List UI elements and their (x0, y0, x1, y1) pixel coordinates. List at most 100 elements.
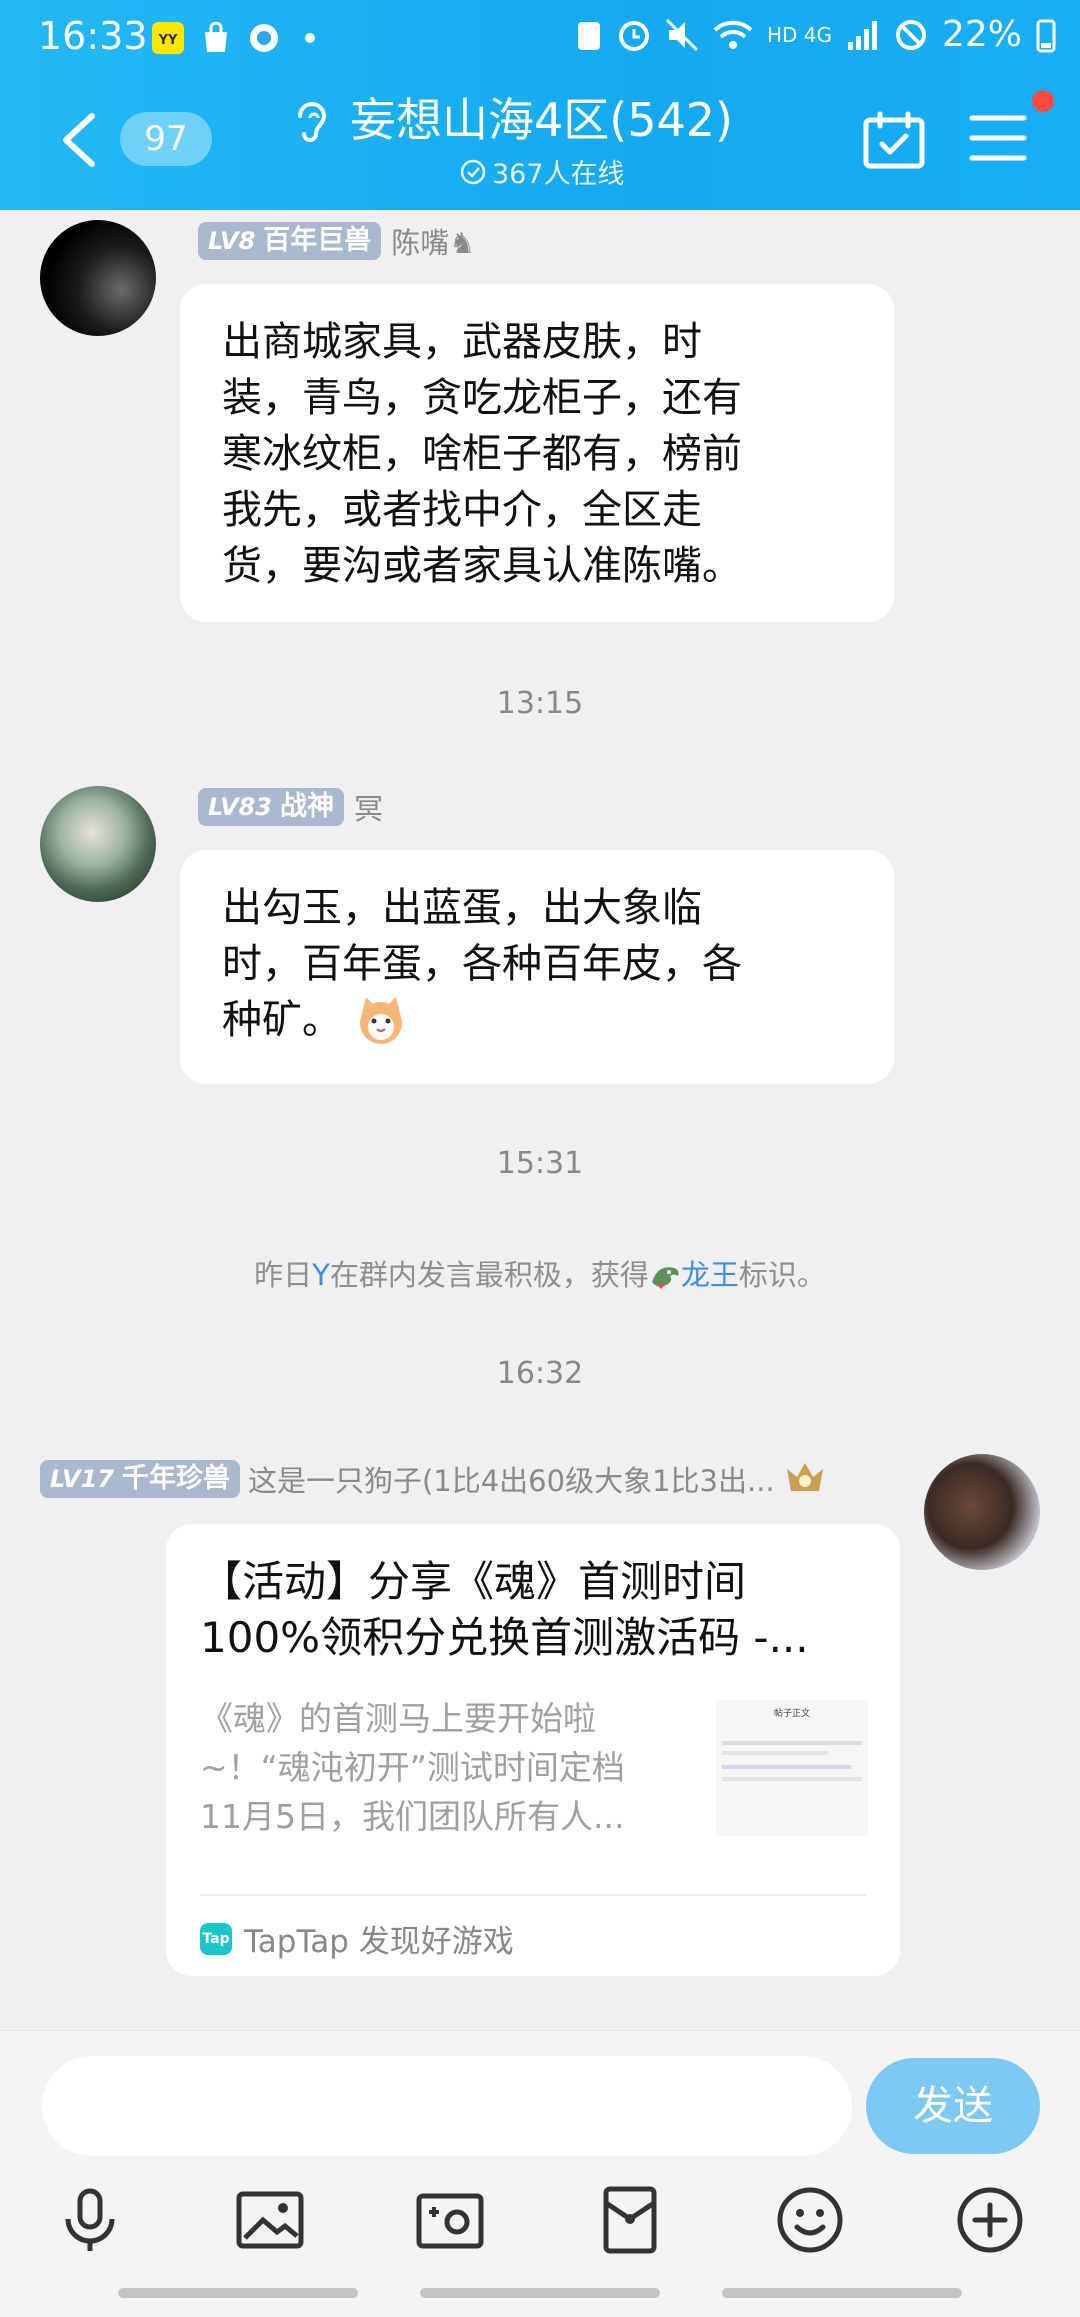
card-divider (200, 1894, 866, 1896)
online-text: 367人在线 (492, 159, 625, 190)
nav-bar-segment[interactable] (420, 2288, 660, 2298)
red-packet-button[interactable] (590, 2180, 670, 2260)
message-bubble[interactable]: 出商城家具，武器皮肤，时 装，青鸟，贪吃龙柜子，还有 寒冰纹柜，啥柜子都有，榜前… (180, 284, 894, 622)
message-line: 货，要沟或者家具认准陈嘴。 (222, 543, 742, 589)
message-bubble[interactable]: 出勾玉，出蓝蛋，出大象临 时，百年蛋，各种百年皮，各 种矿。 (180, 850, 894, 1084)
mute-icon (665, 18, 699, 51)
battery-icon (1036, 19, 1056, 52)
time-separator: 16:32 (496, 1356, 584, 1391)
group-calendar-button[interactable] (862, 110, 926, 174)
calendar-check-icon (863, 111, 925, 169)
message-line: 时，百年蛋，各种百年皮，各 (222, 941, 742, 987)
image-icon (236, 2191, 304, 2249)
message-line: 种矿。 (222, 997, 342, 1043)
card-desc-line: 11月5日，我们团队所有人... (200, 1797, 625, 1836)
message-sender-row: LV17 千年珍兽 这是一只狗子(1比4出60级大象1比3出... (40, 1458, 827, 1500)
time-separator: 15:31 (496, 1146, 584, 1181)
sender-name[interactable]: 这是一只狗子(1比4出60级大象1比3出... (248, 1458, 775, 1500)
message-sender-row: LV8 百年巨兽 陈嘴♞ (198, 220, 475, 262)
level-text: LV8 (208, 227, 256, 255)
more-menu-button[interactable] (968, 112, 1028, 168)
notification-dot (1032, 90, 1054, 112)
card-source-text: TapTap 发现好游戏 (244, 1924, 514, 1960)
avatar[interactable] (40, 220, 156, 336)
card-title-line: 【活动】分享《魂》首测时间 (200, 1557, 747, 1606)
thumbnail-heading: 帖子正文 (773, 1709, 810, 1719)
level-badge: LV83 战神 (198, 788, 344, 826)
recycle-icon (577, 21, 600, 50)
plus-circle-icon (957, 2187, 1023, 2253)
message-line: 装，青鸟，贪吃龙柜子，还有 (222, 375, 742, 421)
status-right: HD 4G 22% (575, 14, 1056, 55)
shopping-bag-icon (198, 20, 234, 56)
time-separator: 13:15 (496, 686, 584, 721)
sender-name[interactable]: 陈嘴♞ (391, 220, 475, 262)
wifi-icon (713, 20, 753, 49)
message-line-with-emoji: 种矿。 (222, 992, 894, 1048)
card-title-line: 100%领积分兑换首测激活码 -... (200, 1613, 809, 1662)
smiley-icon (777, 2187, 843, 2253)
app-notification-icon: YY (150, 20, 186, 56)
system-text: 标识。 (738, 1258, 826, 1292)
level-text: LV17 (50, 1465, 114, 1493)
link-card[interactable]: 【活动】分享《魂》首测时间 100%领积分兑换首测激活码 -... 《魂》的首测… (166, 1524, 900, 1976)
crown-medal-icon (786, 1463, 823, 1491)
nav-bar-segment[interactable] (722, 2288, 962, 2298)
dragon-icon (651, 1267, 679, 1289)
back-button[interactable] (52, 102, 112, 178)
taptap-logo-icon: Tap (200, 1922, 232, 1955)
sender-name[interactable]: 冥 (354, 786, 383, 828)
microphone-icon (65, 2188, 115, 2251)
image-button[interactable] (230, 2180, 310, 2260)
online-count: 367人在线 (460, 152, 625, 191)
system-text: 昨日 (254, 1258, 313, 1292)
rank-text: 战神 (279, 791, 334, 822)
message-line: 寒冰纹柜，啥柜子都有，榜前 (222, 431, 742, 477)
card-desc-line: 《魂》的首测马上要开始啦 (200, 1699, 596, 1738)
card-desc-line: ~！“魂沌初开”测试时间定档 (200, 1748, 625, 1787)
dot-icon (300, 20, 320, 56)
menu-icon (969, 115, 1027, 161)
card-description: 《魂》的首测马上要开始啦 ~！“魂沌初开”测试时间定档 11月5日，我们团队所有… (200, 1694, 700, 1841)
network-type: HD 4G (766, 22, 832, 47)
cat-emoji-icon (360, 997, 402, 1044)
message-sender-row: LV83 战神 冥 (198, 786, 383, 828)
level-badge: LV8 百年巨兽 (198, 222, 382, 260)
voice-button[interactable] (50, 2180, 130, 2260)
chevron-left-icon (63, 113, 95, 167)
system-title-link[interactable]: 龙王 (681, 1258, 739, 1292)
browser-icon (246, 20, 282, 56)
unread-count-badge[interactable]: 97 (120, 112, 212, 166)
message-input[interactable] (42, 2056, 852, 2156)
card-source: Tap TapTap 发现好游戏 (200, 1916, 514, 1961)
card-thumbnail: 帖子正文 (716, 1700, 868, 1836)
camera-button[interactable] (410, 2180, 490, 2260)
more-actions-button[interactable] (950, 2180, 1030, 2260)
system-user-link[interactable]: Y (312, 1258, 330, 1292)
level-badge: LV17 千年珍兽 (40, 1460, 240, 1498)
message-line: 出勾玉，出蓝蛋，出大象临 (222, 885, 702, 931)
signal-icon (847, 20, 877, 50)
status-time: 16:33 (38, 14, 148, 58)
blocked-icon (895, 19, 926, 50)
nav-bar-segment[interactable] (118, 2288, 358, 2298)
message-line: 我先，或者找中介，全区走 (222, 487, 702, 533)
red-packet-icon (603, 2186, 657, 2254)
ear-icon (290, 96, 330, 150)
emoji-button[interactable] (770, 2180, 850, 2260)
send-button[interactable]: 发送 (866, 2058, 1040, 2154)
message-line: 出商城家具，武器皮肤，时 (222, 319, 702, 365)
group-title[interactable]: 妄想山海4区(542) (350, 84, 733, 150)
battery-percent: 22% (941, 14, 1022, 55)
camera-icon (416, 2193, 484, 2249)
level-text: LV83 (208, 793, 272, 821)
system-message: 昨日Y在群内发言最积极，获得 龙王标识。 (0, 1252, 1080, 1294)
rank-text: 千年珍兽 (121, 1463, 230, 1494)
alarm-icon (618, 20, 649, 51)
card-title: 【活动】分享《魂》首测时间 100%领积分兑换首测激活码 -... (200, 1554, 880, 1666)
avatar[interactable] (40, 786, 156, 902)
chat-header: 16:33 YY HD 4G 22% 97 妄想山海4区(542) 367人在线 (0, 0, 1080, 210)
svg-text:YY: YY (158, 33, 178, 48)
system-text: 在群内发言最积极，获得 (329, 1258, 649, 1292)
avatar[interactable] (924, 1454, 1040, 1570)
